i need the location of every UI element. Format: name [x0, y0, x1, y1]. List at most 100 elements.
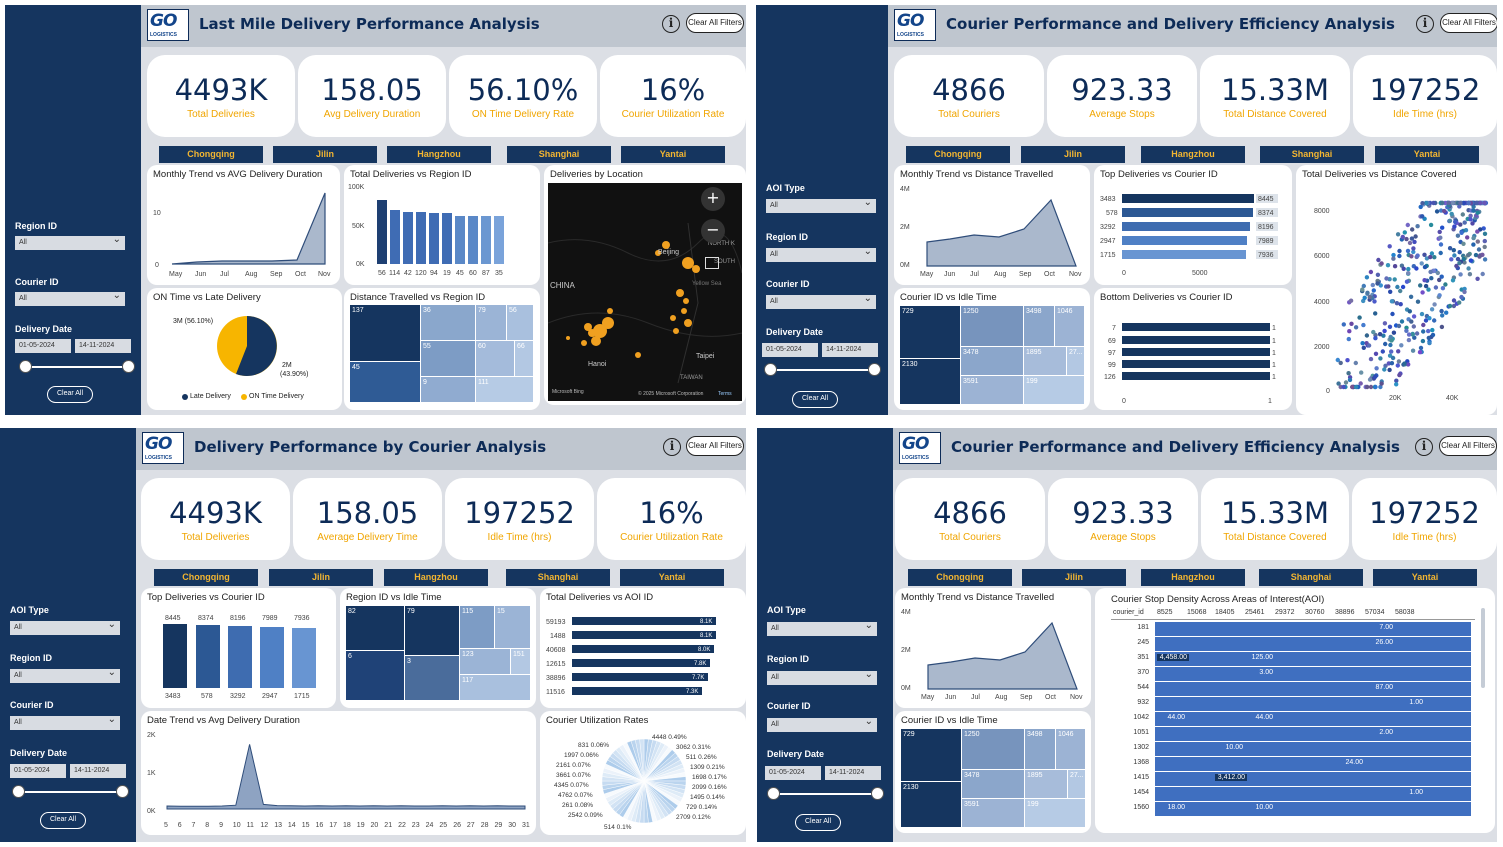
courier-filter-select[interactable]: All [15, 289, 125, 306]
matrix-row[interactable]: 1415 3,412.00 [1111, 772, 1475, 786]
city-button-yantai[interactable]: Yantai [1373, 569, 1477, 586]
city-button-shanghai[interactable]: Shanghai [507, 146, 611, 163]
zoom-in-icon[interactable]: + [701, 187, 725, 211]
city-button-yantai[interactable]: Yantai [621, 146, 725, 163]
zoom-out-icon[interactable]: − [701, 219, 725, 243]
matrix-column-header[interactable]: 57034 [1365, 609, 1384, 616]
date-slider-start-handle[interactable] [767, 787, 780, 800]
scatter-point [1419, 261, 1424, 266]
aoi-filter-select[interactable]: All [766, 196, 876, 213]
date-slider-end-handle[interactable] [116, 785, 129, 798]
matrix-row[interactable]: 544 87.00 [1111, 682, 1475, 696]
date-to-input[interactable]: 14-11-2024 [822, 343, 878, 357]
aoi-filter-select[interactable]: All [10, 618, 120, 635]
date-slider-end-handle[interactable] [122, 360, 135, 373]
date-slider-start-handle[interactable] [764, 363, 777, 376]
date-to-input[interactable]: 14-11-2024 [825, 766, 881, 780]
region-filter-select[interactable]: All [766, 245, 876, 262]
city-button-hangzhou[interactable]: Hangzhou [387, 146, 491, 163]
date-slider-start-handle[interactable] [19, 360, 32, 373]
clear-all-filters-button[interactable]: Clear All Filters [1439, 436, 1497, 456]
city-button-shanghai[interactable]: Shanghai [1260, 146, 1364, 163]
info-icon[interactable]: i [662, 15, 680, 33]
city-button-shanghai[interactable]: Shanghai [506, 569, 610, 586]
date-from-input[interactable]: 01-05-2024 [762, 343, 818, 357]
matrix-column-header[interactable]: 38896 [1335, 609, 1354, 616]
date-slider-track[interactable] [25, 366, 129, 368]
region-filter-select[interactable]: All [767, 668, 877, 685]
date-slider-end-handle[interactable] [871, 787, 884, 800]
city-button-chongqing[interactable]: Chongqing [154, 569, 258, 586]
aoi-filter-select[interactable]: All [767, 619, 877, 636]
clear-all-filters-button[interactable]: Clear All Filters [686, 13, 744, 33]
map-view-toggle-icon[interactable] [705, 257, 719, 269]
matrix-row[interactable]: 1560 18.00 10.00 [1111, 802, 1475, 816]
city-button-chongqing[interactable]: Chongqing [906, 146, 1010, 163]
date-from-input[interactable]: 01-05-2024 [765, 766, 821, 780]
city-button-jilin[interactable]: Jilin [1021, 146, 1125, 163]
matrix-column-header[interactable]: 30760 [1305, 609, 1324, 616]
matrix-scrollbar[interactable] [1481, 608, 1485, 688]
matrix-row[interactable]: 1051 2.00 [1111, 727, 1475, 741]
scatter-point [1374, 366, 1379, 371]
matrix-column-header[interactable]: 58038 [1395, 609, 1414, 616]
matrix-row[interactable]: 932 1.00 [1111, 697, 1475, 711]
matrix-row[interactable]: 1368 24.00 [1111, 757, 1475, 771]
scatter-point [1467, 272, 1473, 277]
clear-all-button[interactable]: Clear All [792, 391, 838, 408]
date-slider-track[interactable] [770, 369, 874, 371]
info-icon[interactable]: i [663, 438, 681, 456]
matrix-column-header[interactable]: courier_id [1113, 609, 1144, 616]
region-filter-select[interactable]: All [15, 233, 125, 250]
matrix-column-header[interactable]: 18405 [1215, 609, 1234, 616]
info-icon[interactable]: i [1416, 15, 1434, 33]
city-button-jilin[interactable]: Jilin [269, 569, 373, 586]
date-slider-track[interactable] [773, 793, 877, 795]
city-button-jilin[interactable]: Jilin [1022, 569, 1126, 586]
region-filter-select[interactable]: All [10, 666, 120, 683]
map-terms-link[interactable]: Terms [718, 391, 732, 397]
city-button-chongqing[interactable]: Chongqing [159, 146, 263, 163]
map-canvas[interactable]: CHINA Beijing NORTH K SOUTH Yellow Sea T… [547, 183, 743, 401]
city-button-shanghai[interactable]: Shanghai [1259, 569, 1363, 586]
city-button-chongqing[interactable]: Chongqing [908, 569, 1012, 586]
city-button-yantai[interactable]: Yantai [1375, 146, 1479, 163]
matrix-row[interactable]: 351 4,458.00 125.00 [1111, 652, 1475, 666]
date-slider-end-handle[interactable] [868, 363, 881, 376]
deliveries-map[interactable]: Deliveries by Location CHINA Beijing NOR… [544, 165, 746, 405]
matrix-row-label: 1368 [1133, 759, 1149, 766]
courier-filter-select[interactable]: All [767, 715, 877, 732]
matrix-row[interactable]: 245 26.00 [1111, 637, 1475, 651]
clear-all-button[interactable]: Clear All [795, 814, 841, 831]
info-icon[interactable]: i [1415, 438, 1433, 456]
clear-all-filters-button[interactable]: Clear All Filters [1440, 13, 1497, 33]
matrix-row[interactable]: 370 3.00 [1111, 667, 1475, 681]
city-button-hangzhou[interactable]: Hangzhou [1141, 146, 1245, 163]
matrix-column-header[interactable]: 8525 [1157, 609, 1173, 616]
matrix-row[interactable]: 1454 1.00 [1111, 787, 1475, 801]
matrix-column-header[interactable]: 25461 [1245, 609, 1264, 616]
matrix-row[interactable]: 181 7.00 [1111, 622, 1475, 636]
courier-filter-select[interactable]: All [766, 292, 876, 309]
clear-all-button[interactable]: Clear All [40, 812, 86, 829]
date-slider-track[interactable] [18, 791, 124, 793]
city-button-hangzhou[interactable]: Hangzhou [384, 569, 488, 586]
date-from-input[interactable]: 01-05-2024 [10, 764, 66, 778]
scatter-point [1386, 284, 1391, 289]
city-button-hangzhou[interactable]: Hangzhou [1141, 569, 1245, 586]
matrix-row[interactable]: 1042 44.00 44.00 [1111, 712, 1475, 726]
date-to-input[interactable]: 14-11-2024 [70, 764, 126, 778]
matrix-row[interactable]: 1302 10.00 [1111, 742, 1475, 756]
svg-text:59193: 59193 [546, 619, 566, 626]
matrix-column-header[interactable]: 15068 [1187, 609, 1206, 616]
matrix-column-header[interactable]: 29372 [1275, 609, 1294, 616]
courier-filter-select[interactable]: All [10, 713, 120, 730]
clear-all-filters-button[interactable]: Clear All Filters [686, 436, 744, 456]
date-slider-start-handle[interactable] [12, 785, 25, 798]
date-from-input[interactable]: 01-05-2024 [15, 339, 71, 353]
clear-all-button[interactable]: Clear All [47, 386, 93, 403]
city-button-jilin[interactable]: Jilin [273, 146, 377, 163]
city-button-yantai[interactable]: Yantai [620, 569, 724, 586]
date-to-input[interactable]: 14-11-2024 [75, 339, 131, 353]
treemap: 82 6 79 3 115 15 123 151 117 [346, 606, 530, 700]
